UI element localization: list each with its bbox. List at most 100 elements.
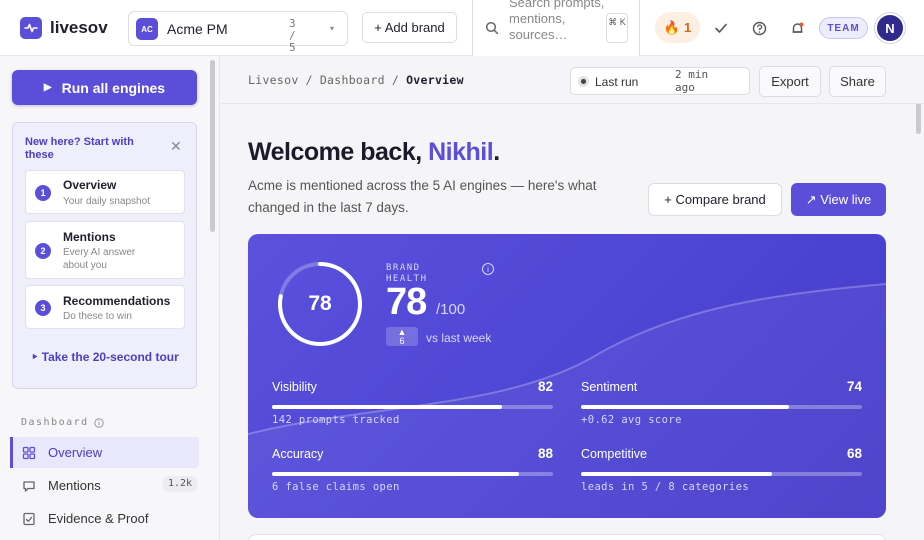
metric-detail: +0.62 avg score xyxy=(581,414,682,426)
chat-icon xyxy=(23,481,35,492)
metric-value: 82 xyxy=(537,379,553,394)
tour-link[interactable]: ‣ Take the 20-second tour xyxy=(25,350,185,365)
check-icon[interactable] xyxy=(711,18,731,38)
chevron-down-icon: ▾ xyxy=(330,24,335,33)
page-title: Welcome back, Nikhil. xyxy=(248,138,500,166)
search-shortcut: ⌘ K xyxy=(606,13,628,43)
page-intro: Acme is mentioned across the 5 AI engine… xyxy=(248,178,597,215)
info-icon[interactable]: i xyxy=(482,263,494,275)
breadcrumb: Livesov / Dashboard / Overview xyxy=(248,73,464,87)
brand-selector[interactable]: AC Acme PM 3 / 5 ▾ xyxy=(128,11,348,54)
metric-bar-fill xyxy=(581,405,789,409)
score-ring-value: 78 xyxy=(308,292,332,315)
share-button[interactable]: Share xyxy=(829,66,886,97)
sidebar-item-overview[interactable]: Overview xyxy=(10,437,199,468)
metric-value: 88 xyxy=(537,446,553,461)
nav-label: Evidence & Proof xyxy=(48,511,149,526)
last-run-label: Last run xyxy=(595,75,639,89)
add-brand-button[interactable]: + Add brand xyxy=(362,12,457,43)
close-icon[interactable]: ✕ xyxy=(170,139,182,153)
mentions-count-badge: 1.2k xyxy=(162,476,199,492)
onboarding-step-mentions[interactable]: 2 Mentions Every AI answer about you xyxy=(25,221,185,279)
sidebar: ▶ Run all engines New here? Start with t… xyxy=(0,56,220,540)
step-number: 3 xyxy=(35,300,51,316)
onboarding-title: New here? Start with these xyxy=(25,136,134,161)
run-all-engines-label: Run all engines xyxy=(61,79,166,96)
step-number: 2 xyxy=(35,243,51,259)
streak-count: 1 xyxy=(683,20,692,35)
breadcrumb-parent[interactable]: Dashboard xyxy=(320,73,385,87)
brand-health-max: /100 xyxy=(436,301,466,318)
user-name: Nikhil xyxy=(428,138,494,166)
metric-bar xyxy=(581,472,862,476)
help-icon[interactable] xyxy=(749,18,769,38)
bell-icon[interactable] xyxy=(787,18,807,38)
step-title: Overview xyxy=(63,178,117,192)
breadcrumb-separator: / xyxy=(305,73,313,87)
step-title: Mentions xyxy=(63,230,116,244)
info-icon xyxy=(93,417,104,428)
metric-bar xyxy=(581,405,862,409)
sidebar-item-evidence[interactable]: Evidence & Proof xyxy=(10,503,199,534)
app-logo[interactable]: livesov xyxy=(20,17,108,39)
brand-name: Acme PM xyxy=(167,21,228,37)
metric-detail: leads in 5 / 8 categories xyxy=(581,481,750,493)
breadcrumb-current: Overview xyxy=(406,73,464,87)
top-bar: livesov AC Acme PM 3 / 5 ▾ + Add brand S… xyxy=(0,0,924,66)
status-dot-icon xyxy=(578,76,589,87)
grid-icon xyxy=(22,446,36,460)
onboarding-step-overview[interactable]: 1 Overview Your daily snapshot xyxy=(25,170,185,214)
nav-label: Mentions xyxy=(48,478,101,493)
step-number: 1 xyxy=(35,185,51,201)
metric-bar xyxy=(272,405,553,409)
run-all-engines-button[interactable]: ▶ Run all engines xyxy=(12,70,197,105)
brand-count: 3 / 5 xyxy=(289,17,296,54)
team-badge[interactable]: TEAM xyxy=(819,17,868,39)
metric-bar-fill xyxy=(581,472,773,476)
breadcrumb-separator: / xyxy=(391,73,400,87)
compare-brand-button[interactable]: + Compare brand xyxy=(648,183,782,216)
search-placeholder: Search prompts, mentions, sources… xyxy=(509,0,605,42)
step-subtitle: Do these to win xyxy=(63,311,132,322)
metric-value: 68 xyxy=(846,446,862,461)
step-subtitle: Your daily snapshot xyxy=(63,196,150,207)
brand-avatar: AC xyxy=(136,18,158,40)
onboarding-card: New here? Start with these ✕ 1 Overview … xyxy=(12,122,197,389)
metric-bar-fill xyxy=(272,472,520,476)
brand-health-score: 78 xyxy=(386,281,427,323)
metric-bar-fill xyxy=(272,405,503,409)
view-live-button[interactable]: ↗ View live xyxy=(791,183,886,216)
metric-name: Competitive xyxy=(581,447,647,461)
last-run-indicator[interactable]: Last run 2 min ago xyxy=(570,67,750,95)
metric-bar xyxy=(272,472,553,476)
streak-badge[interactable]: 🔥 1 xyxy=(655,12,700,43)
play-icon: ▶ xyxy=(43,82,52,93)
delta-badge: ▲ 6 xyxy=(386,327,418,346)
header-bar: Livesov / Dashboard / Overview Last run … xyxy=(221,56,924,104)
step-subtitle: Every AI answer about you xyxy=(63,247,136,271)
main-content: Livesov / Dashboard / Overview Last run … xyxy=(221,56,924,540)
metric-name: Sentiment xyxy=(581,380,638,394)
metric-name: Visibility xyxy=(272,380,317,394)
metric-name: Accuracy xyxy=(272,447,324,461)
metric-detail: 142 prompts tracked xyxy=(272,414,400,426)
metric-detail: 6 false claims open xyxy=(272,481,400,493)
brand-health-card: 78 BRAND HEALTH i 78 /100 ▲ 6 vs last we… xyxy=(248,234,886,518)
flame-icon: 🔥 xyxy=(663,19,680,35)
step-title: Recommendations xyxy=(63,294,171,308)
export-button[interactable]: Export xyxy=(759,66,821,97)
sidebar-scrollbar[interactable] xyxy=(210,60,215,232)
nav-label: Overview xyxy=(48,445,103,460)
search-icon xyxy=(485,21,499,40)
onboarding-step-recommendations[interactable]: 3 Recommendations Do these to win xyxy=(25,285,185,329)
user-avatar[interactable]: N xyxy=(875,13,905,43)
app-name: livesov xyxy=(50,18,108,37)
next-section-card xyxy=(248,534,886,540)
breadcrumb-root[interactable]: Livesov xyxy=(248,73,299,87)
metric-value: 74 xyxy=(846,379,862,394)
nav-section-label: Dashboard xyxy=(21,417,104,428)
last-run-value: 2 min ago xyxy=(675,68,709,94)
sidebar-item-mentions[interactable]: Mentions 1.2k xyxy=(10,470,199,501)
check-doc-icon xyxy=(23,512,35,526)
delta-label: vs last week xyxy=(426,331,492,345)
